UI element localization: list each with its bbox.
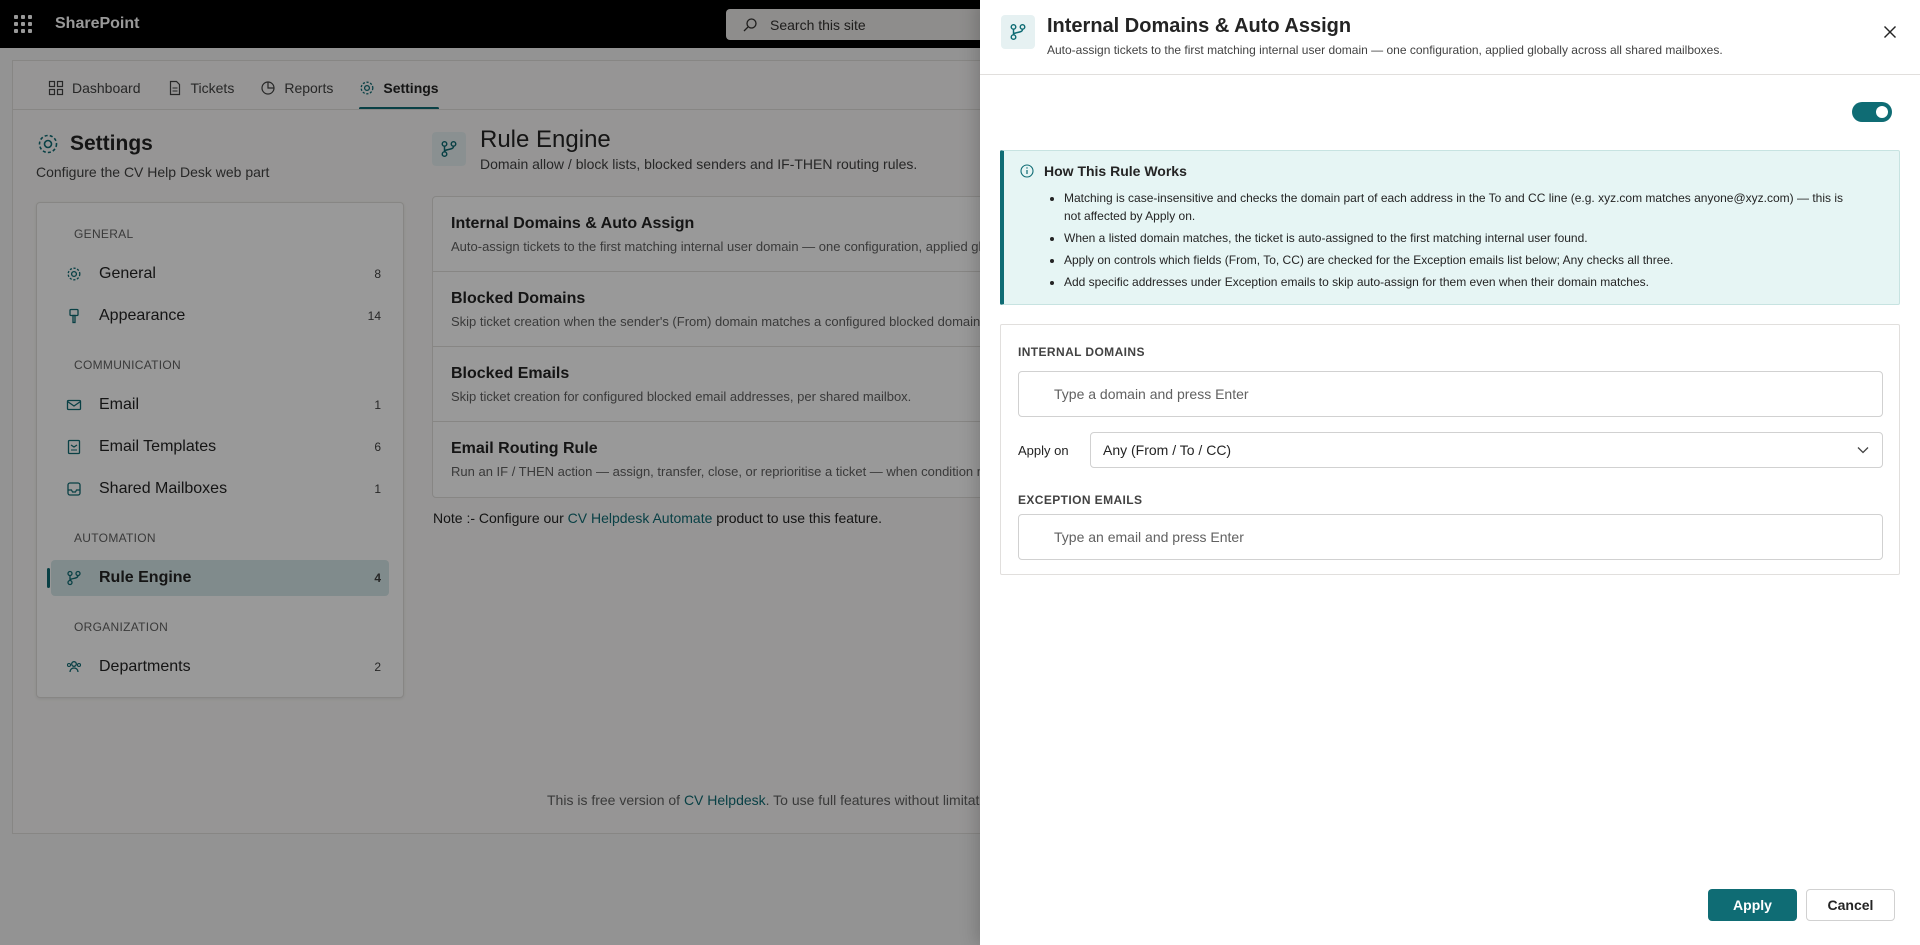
info-bullet: Matching is case-insensitive and checks … bbox=[1064, 189, 1899, 225]
info-bullet: Apply on controls which fields (From, To… bbox=[1064, 251, 1899, 269]
rule-info-box: How This Rule Works Matching is case-ins… bbox=[1000, 150, 1900, 305]
exception-emails-input[interactable] bbox=[1018, 514, 1883, 560]
panel-title: Internal Domains & Auto Assign bbox=[1047, 15, 1352, 37]
chevron-down-icon bbox=[1857, 447, 1869, 454]
apply-on-value: Any (From / To / CC) bbox=[1103, 442, 1232, 458]
internal-domains-input[interactable] bbox=[1018, 371, 1883, 417]
exception-emails-label: EXCEPTION EMAILS bbox=[1018, 493, 1143, 507]
apply-button[interactable]: Apply bbox=[1708, 889, 1797, 921]
internal-domains-label: INTERNAL DOMAINS bbox=[1018, 345, 1145, 359]
info-icon bbox=[1020, 164, 1034, 178]
panel-subtitle: Auto-assign tickets to the first matchin… bbox=[1047, 43, 1723, 57]
branch-icon bbox=[1001, 15, 1035, 49]
panel-header: Internal Domains & Auto Assign Auto-assi… bbox=[980, 0, 1920, 75]
apply-on-dropdown[interactable]: Any (From / To / CC) bbox=[1090, 432, 1883, 468]
info-list: Matching is case-insensitive and checks … bbox=[1020, 189, 1899, 291]
info-bullet: Add specific addresses under Exception e… bbox=[1064, 273, 1899, 291]
info-bullet: When a listed domain matches, the ticket… bbox=[1064, 229, 1899, 247]
cancel-button[interactable]: Cancel bbox=[1806, 889, 1895, 921]
close-icon[interactable] bbox=[1878, 20, 1902, 44]
apply-on-label: Apply on bbox=[1018, 443, 1069, 458]
info-title: How This Rule Works bbox=[1044, 163, 1187, 179]
rule-form: INTERNAL DOMAINS Apply on Any (From / To… bbox=[1000, 324, 1900, 575]
rule-enabled-toggle[interactable] bbox=[1852, 102, 1892, 122]
